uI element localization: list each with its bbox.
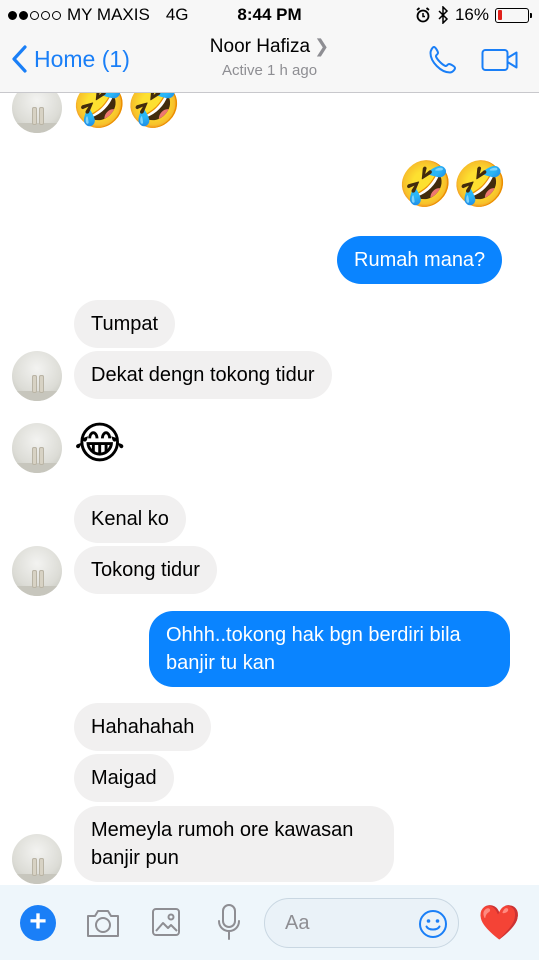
- gallery-icon[interactable]: [151, 907, 181, 937]
- message-bubble-incoming[interactable]: Memeyla rumoh ore kawasan banjir pun: [74, 806, 394, 882]
- message-emoji-outgoing[interactable]: 🤣🤣: [398, 160, 508, 210]
- alarm-icon: [416, 7, 430, 23]
- header-actions: [427, 44, 519, 76]
- contact-name: Noor Hafiza: [209, 36, 311, 57]
- message-bubble-incoming[interactable]: Dekat dengn tokong tidur: [74, 351, 332, 399]
- message-line: Ohhh..tokong hak bgn berdiri bila: [166, 624, 461, 646]
- status-bar: MY MAXIS 4G 8:44 PM 16%: [0, 0, 539, 30]
- bluetooth-icon: [438, 6, 449, 24]
- emoji-icon[interactable]: [418, 909, 448, 939]
- microphone-icon[interactable]: [216, 903, 242, 941]
- message-bubble-incoming[interactable]: Kenal ko: [74, 495, 186, 543]
- message-bubble-incoming[interactable]: Tokong tidur: [74, 546, 217, 594]
- contact-avatar[interactable]: [12, 351, 62, 401]
- message-line: banjir pun: [91, 847, 179, 869]
- message-bubble-incoming[interactable]: Tumpat: [74, 300, 176, 348]
- camera-icon[interactable]: [85, 907, 121, 939]
- contact-avatar[interactable]: [12, 546, 62, 596]
- message-list[interactable]: 🤣🤣 🤣🤣 Rumah mana? Tumpat Dekat dengn tok…: [0, 93, 539, 885]
- message-bubble-outgoing[interactable]: Rumah mana?: [337, 236, 503, 284]
- contact-avatar[interactable]: [12, 93, 62, 133]
- phone-icon[interactable]: [427, 44, 459, 76]
- message-bubble-incoming[interactable]: Hahahahah: [74, 703, 212, 751]
- like-button[interactable]: ❤️: [478, 903, 520, 943]
- message-line: banjir tu kan: [166, 652, 275, 674]
- message-composer: + ❤️: [0, 885, 539, 960]
- message-bubble-incoming[interactable]: Maigad: [74, 754, 174, 802]
- message-input-container[interactable]: [264, 898, 459, 948]
- contact-avatar[interactable]: [12, 834, 62, 884]
- message-emoji-incoming[interactable]: 🤣🤣: [72, 93, 182, 131]
- status-right: 16%: [415, 5, 532, 25]
- message-emoji-incoming[interactable]: 😂: [74, 419, 125, 469]
- message-bubble-outgoing[interactable]: Ohhh..tokong hak bgn berdiri bila banjir…: [149, 611, 510, 687]
- message-line: Memeyla rumoh ore kawasan: [91, 819, 354, 841]
- contact-avatar[interactable]: [12, 423, 62, 473]
- conversation-header: Home (1) Noor Hafiza ❯ Active 1 h ago: [0, 30, 539, 93]
- message-input[interactable]: [285, 909, 405, 937]
- video-call-icon[interactable]: [481, 47, 519, 73]
- plus-icon[interactable]: +: [20, 905, 56, 941]
- battery-icon: [495, 7, 532, 23]
- battery-percentage: 16%: [454, 5, 489, 24]
- chevron-right-icon: ❯: [314, 36, 330, 56]
- battery-level-fill: [497, 10, 503, 20]
